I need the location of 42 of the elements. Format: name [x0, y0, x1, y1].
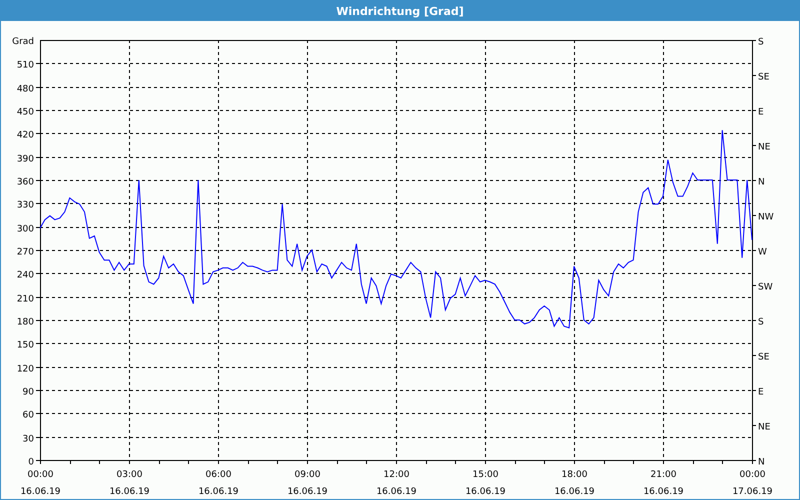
chart-title: Windrichtung [Grad]: [336, 4, 464, 18]
y-tick-label: 60: [22, 410, 34, 420]
compass-label: SW: [758, 282, 773, 292]
compass-label: NW: [758, 212, 774, 222]
x-tick-label: 03:00 16.06.19: [109, 470, 150, 497]
y-tick-label: 420: [16, 130, 34, 140]
y-tick-label: 330: [16, 200, 34, 210]
y-tick-label: 0: [28, 458, 34, 468]
y-tick-label: 240: [16, 270, 34, 280]
x-tick-label: 00:00 16.06.19: [20, 470, 61, 497]
y-tick-label: 210: [16, 294, 34, 304]
compass-label: SE: [758, 72, 770, 82]
compass-label: NE: [758, 422, 770, 432]
compass-label: S: [758, 318, 764, 328]
y-tick-label: 150: [16, 340, 34, 350]
x-tick-label: 21:00 16.06.19: [643, 470, 684, 497]
y-tick-label: 270: [16, 248, 34, 258]
axis-title: Grad: [12, 37, 34, 47]
x-tick-label: 15:00 16.06.19: [465, 470, 506, 497]
y-tick-label: 300: [16, 224, 34, 234]
compass-label: S: [758, 38, 764, 48]
y-tick-label: 120: [16, 364, 34, 374]
y-tick-label: 90: [22, 388, 34, 398]
compass-label: N: [758, 178, 765, 188]
compass-label: W: [758, 248, 767, 258]
compass-label: E: [758, 108, 764, 118]
y-tick-label: 180: [16, 318, 34, 328]
compass-label: E: [758, 388, 764, 398]
y-tick-label: 510: [16, 60, 34, 70]
y-tick-label: 480: [16, 84, 34, 94]
y-tick-label: 450: [16, 108, 34, 118]
compass-label: SE: [758, 352, 770, 362]
x-tick-label: 09:00 16.06.19: [287, 470, 328, 497]
compass-label: NE: [758, 142, 770, 152]
y-tick-label: 360: [16, 178, 34, 188]
x-tick-label: 00:00 17.06.19: [732, 470, 773, 497]
x-tick-label: 06:00 16.06.19: [198, 470, 239, 497]
x-tick-label: 18:00 16.06.19: [554, 470, 595, 497]
y-tick-label: 30: [22, 434, 34, 444]
y-tick-label: 390: [16, 154, 34, 164]
compass-label: N: [758, 458, 765, 468]
x-tick-label: 12:00 16.06.19: [376, 470, 417, 497]
